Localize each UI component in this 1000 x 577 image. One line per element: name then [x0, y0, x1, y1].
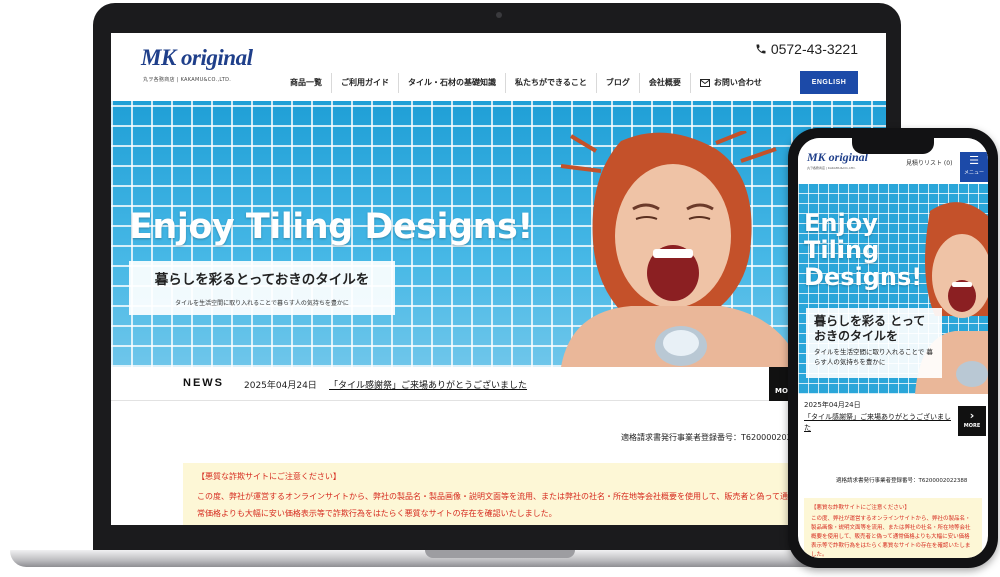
camera-icon — [496, 12, 502, 18]
mobile-tagline-box: 暮らしを彩る とっておきのタイルを タイルを生活空間に取り入れることで 暮らす人… — [806, 308, 942, 378]
mail-icon — [699, 78, 710, 87]
mobile-fraud-notice: 【悪質な詐欺サイトにご注意ください】 この度、弊社が運営するオンラインサイトから… — [804, 498, 982, 558]
mobile-news-date: 2025年04月24日 — [804, 401, 861, 409]
mobile-menu-button[interactable]: ☰ メニュー — [960, 152, 988, 182]
logo-subtitle: 丸ヲ各務商店 | KAKAMU&CO.,LTD. — [143, 77, 232, 83]
phone-number[interactable]: 0572-43-3221 — [755, 41, 858, 57]
nav-blog[interactable]: ブログ — [595, 73, 639, 93]
site-header: MK original 丸ヲ各務商店 | KAKAMU&CO.,LTD. 057… — [111, 33, 886, 101]
site-logo[interactable]: MK original — [141, 45, 253, 71]
hero-banner: Enjoy Tiling Designs! 暮らしを彩るとっておきのタイルを タ… — [111, 101, 886, 367]
main-nav: 商品一覧 ご利用ガイド タイル・石材の基礎知識 私たちができること ブログ 会社… — [281, 73, 771, 93]
hero-title: Enjoy Tiling Designs! — [129, 207, 533, 247]
notice-line-1: この度、弊社が運営するオンラインサイトから、弊社の製品名・製品画像・説明文面等を… — [197, 492, 788, 501]
hamburger-icon: ☰ — [969, 154, 979, 167]
nav-guide[interactable]: ご利用ガイド — [331, 73, 398, 93]
nav-contact-label: お問い合わせ — [713, 78, 762, 87]
nav-contact[interactable]: お問い合わせ — [689, 73, 771, 93]
mobile-news: 2025年04月24日 「タイル感謝祭」ご来場ありがとうございました › MOR… — [798, 394, 988, 438]
phone-mockup: MK original 丸ヲ各務商店 | KAKAMU&CO.,LTD. 見積り… — [788, 128, 998, 568]
mobile-registration-number: 適格請求書発行事業者登録番号：T6200002022388 — [836, 478, 968, 484]
nav-basics[interactable]: タイル・石材の基礎知識 — [398, 73, 505, 93]
news-link[interactable]: 「タイル感謝祭」ご来場ありがとうございました — [329, 378, 527, 391]
quote-list-link[interactable]: 見積りリスト (0) — [906, 158, 952, 167]
hero-tagline-box: 暮らしを彩るとっておきのタイルを タイルを生活空間に取り入れることで暮らす人の気… — [129, 261, 395, 315]
menu-label: メニュー — [963, 170, 984, 176]
laptop-notch — [425, 550, 575, 558]
nav-services[interactable]: 私たちができること — [505, 73, 596, 93]
phone-text: 0572-43-3221 — [770, 41, 858, 57]
mobile-hero-subheading: タイルを生活空間に取り入れることで 暮らす人の気持ちを豊かに — [814, 348, 933, 366]
phone-notch — [852, 138, 934, 154]
mobile-hero: Enjoy Tiling Designs! 暮らしを彩る とっておきのタイルを … — [798, 184, 988, 394]
mobile-hero-heading: 暮らしを彩る とっておきのタイルを — [814, 314, 926, 343]
news-date: 2025年04月24日 — [244, 381, 317, 391]
mobile-more-button[interactable]: › MORE — [958, 406, 986, 436]
notice-heading: 【悪質な詐欺サイトにご注意ください】 — [197, 472, 341, 481]
hero-subheading: タイルを生活空間に取り入れることで暮らす人の気持ちを豊かに — [175, 300, 349, 307]
news-label: NEWS — [183, 377, 224, 389]
mobile-news-link[interactable]: 「タイル感謝祭」ご来場ありがとうございました — [804, 412, 954, 434]
english-button[interactable]: ENGLISH — [800, 71, 858, 94]
mobile-hero-title: Enjoy Tiling Designs! — [804, 209, 923, 291]
hero-heading: 暮らしを彩るとっておきのタイルを — [154, 272, 370, 288]
nav-products[interactable]: 商品一覧 — [281, 73, 331, 93]
woman-photo — [560, 131, 801, 367]
mobile-notice-heading: 【悪質な詐欺サイトにご注意ください】 — [811, 505, 910, 511]
laptop-screen: MK original 丸ヲ各務商店 | KAKAMU&CO.,LTD. 057… — [111, 33, 886, 525]
mobile-logo-subtitle: 丸ヲ各務商店 | KAKAMU&CO.,LTD. — [807, 166, 856, 170]
phone-icon — [756, 44, 766, 54]
nav-company[interactable]: 会社概要 — [638, 73, 690, 93]
mobile-notice-body: この度、弊社が運営するオンラインサイトから、弊社の製品名・製品画像・説明文面等を… — [811, 516, 971, 558]
fraud-notice: 【悪質な詐欺サイトにご注意ください】 この度、弊社が運営するオンラインサイトから… — [183, 463, 793, 525]
notice-line-2: 常価格よりも大幅に安い価格表示等で詐欺行為をはたらく悪質なサイトの存在を確認いた… — [197, 509, 557, 518]
phone-screen: MK original 丸ヲ各務商店 | KAKAMU&CO.,LTD. 見積り… — [798, 138, 988, 558]
mobile-more-label: MORE — [963, 423, 981, 429]
chevron-right-icon: › — [969, 409, 975, 422]
registration-number: 適格請求書発行事業者登録番号：T6200002022388 — [621, 433, 813, 442]
news-bar: NEWS 2025年04月24日 「タイル感謝祭」ご来場ありがとうございました … — [111, 367, 886, 401]
